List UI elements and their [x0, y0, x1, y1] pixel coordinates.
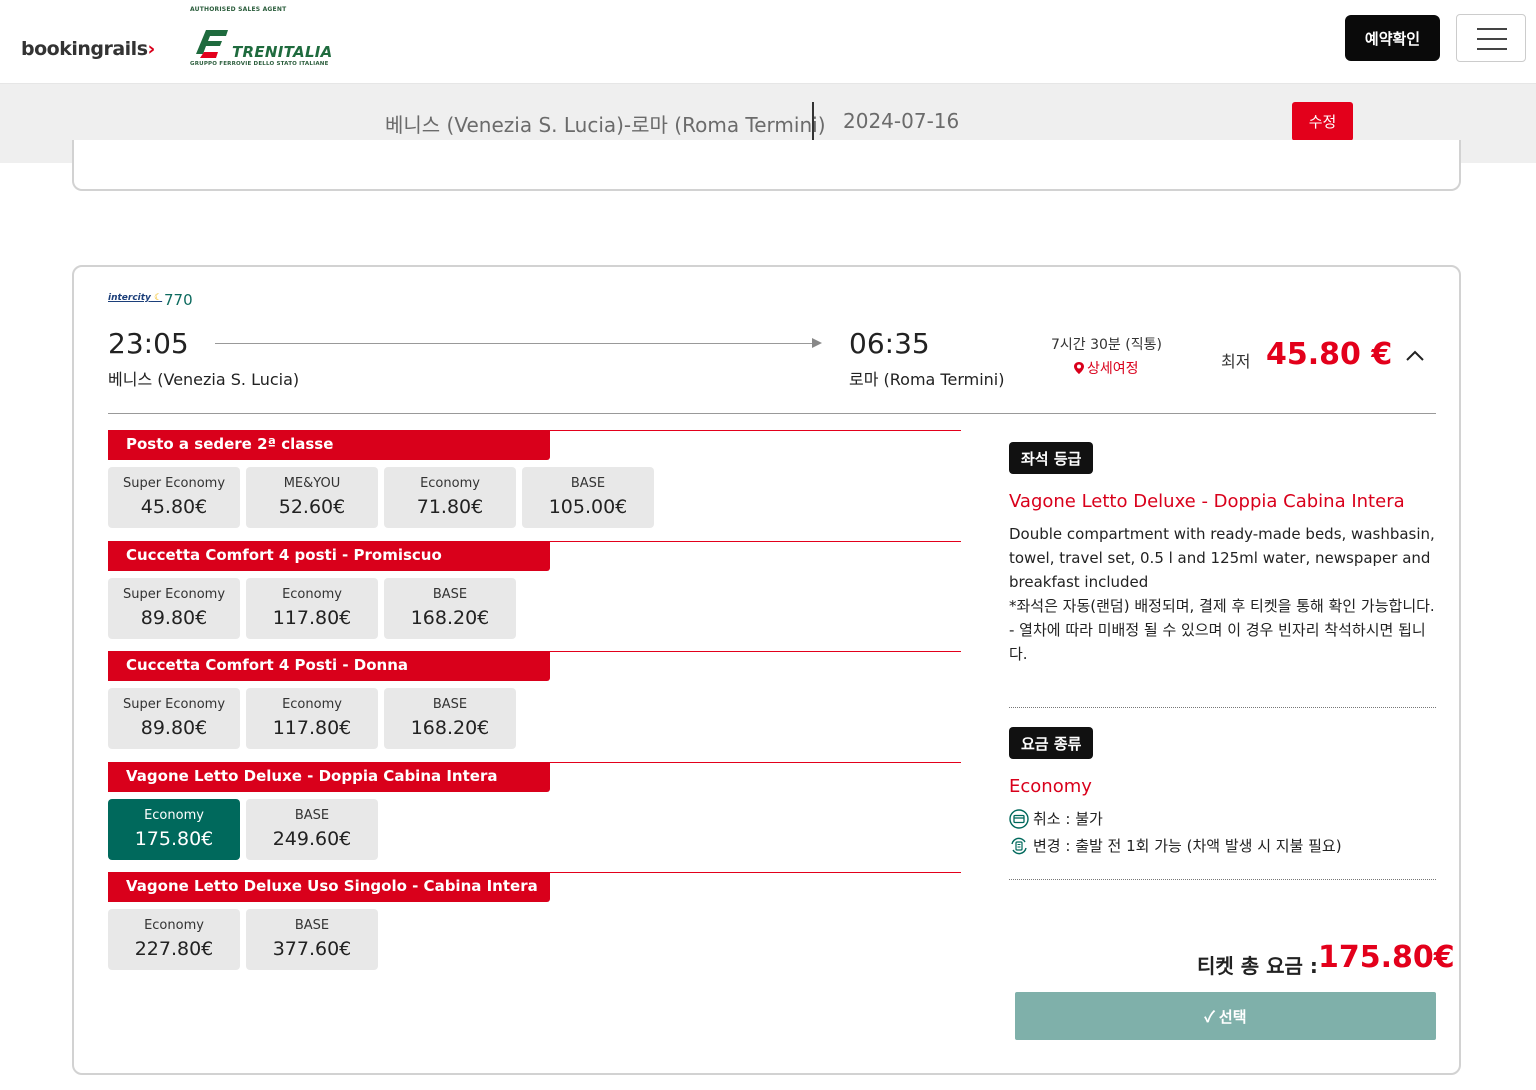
total-fare-price: 175.80€ [1318, 940, 1455, 975]
lowest-price-label: 최저 [1221, 352, 1251, 371]
moon-icon: ☾ [150, 293, 163, 303]
fs-logo-icon [196, 30, 228, 58]
search-divider [812, 102, 814, 140]
arrival-station: 로마 (Roma Termini) [849, 370, 1005, 389]
edit-search-button[interactable]: 수정 [1292, 102, 1353, 141]
fare-option[interactable]: Economy 227.80€ [108, 909, 240, 970]
fare-type-title: Economy [1009, 776, 1092, 797]
intercity-logo: intercity ☾ [108, 293, 163, 303]
card-cancel-icon [1009, 809, 1029, 829]
fare-row: Economy 227.80€ BASE 377.60€ [108, 909, 961, 971]
journey-line [215, 343, 819, 344]
seat-class-description: Double compartment with ready-made beds,… [1009, 525, 1435, 663]
cancel-policy: 취소 : 불가 [1009, 808, 1103, 829]
seat-class-badge: 좌석 등급 [1009, 442, 1094, 474]
fare-row: Economy 175.80€ BASE 249.60€ [108, 799, 961, 861]
class-title: Vagone Letto Deluxe Uso Singolo - Cabina… [108, 872, 550, 902]
class-title: Vagone Letto Deluxe - Doppia Cabina Inte… [108, 762, 550, 792]
total-fare-label: 티켓 총 요금 : [1197, 954, 1318, 978]
bookingrails-logo[interactable]: bookingrails› [21, 38, 155, 60]
departure-time: 23:05 [108, 327, 189, 360]
fare-option[interactable]: Economy 117.80€ [246, 688, 378, 749]
change-icon [1011, 837, 1027, 855]
class-title: Cuccetta Comfort 4 Posti - Donna [108, 651, 550, 681]
partner-name: TRENITALIA [232, 43, 333, 61]
fare-row: Super Economy 45.80€ ME&YOU 52.60€ Economy… [108, 467, 961, 529]
fare-option[interactable]: Economy 117.80€ [246, 578, 378, 639]
fare-option[interactable]: Super Economy 89.80€ [108, 578, 240, 639]
fare-option[interactable]: BASE 105.00€ [522, 467, 654, 528]
fare-option[interactable]: BASE 249.60€ [246, 799, 378, 860]
fare-type-badge: 요금 종류 [1009, 727, 1094, 759]
select-button[interactable]: ✓ 선택 [1015, 992, 1436, 1040]
reservation-confirm-button[interactable]: 예약확인 [1345, 15, 1440, 61]
partner-subtitle: GRUPPO FERROVIE DELLO STATO ITALIANE [190, 61, 329, 67]
fare-row: Super Economy 89.80€ Economy 117.80€ BASE 1… [108, 688, 961, 750]
class-title: Posto a sedere 2ª classe [108, 430, 550, 460]
chevron-up-icon[interactable] [1406, 347, 1424, 365]
card-divider [108, 413, 1436, 414]
journey-duration: 7시간 30분 (직통) [1051, 337, 1162, 353]
class-section: Cuccetta Comfort 4 posti - Promiscuo Sup… [108, 541, 961, 640]
departure-station: 베니스 (Venezia S. Lucia) [108, 370, 300, 389]
fare-row: Super Economy 89.80€ Economy 117.80€ BASE 1… [108, 578, 961, 640]
site-header: bookingrails› AUTHORISED SALES AGENT TRE… [0, 0, 1536, 84]
lowest-price: 45.80 € [1266, 337, 1393, 372]
fare-option[interactable]: BASE 168.20€ [384, 688, 516, 749]
fare-option[interactable]: BASE 168.20€ [384, 578, 516, 639]
brand-mark-icon: › [147, 38, 156, 60]
change-policy: 변경 : 출발 전 1회 가능 (차액 발생 시 지불 필요) [1009, 835, 1342, 856]
class-section: Cuccetta Comfort 4 Posti - Donna Super E… [108, 651, 961, 750]
panel-divider [1009, 879, 1436, 880]
fare-option[interactable]: Economy 71.80€ [384, 467, 516, 528]
arrival-time: 06:35 [849, 327, 930, 360]
hamburger-menu-button[interactable] [1456, 14, 1526, 62]
train-number: 770 [164, 291, 193, 309]
arrow-right-icon [812, 338, 822, 348]
trenitalia-logo: TRENITALIA GRUPPO FERROVIE DELLO STATO I… [190, 24, 333, 70]
fare-option[interactable]: Super Economy 89.80€ [108, 688, 240, 749]
class-title: Cuccetta Comfort 4 posti - Promiscuo [108, 541, 550, 571]
brand-name: bookingrails [21, 38, 148, 60]
class-section: Vagone Letto Deluxe - Doppia Cabina Inte… [108, 762, 961, 861]
previous-train-card [72, 140, 1461, 191]
detail-itinerary-link[interactable]: 상세여정 [1074, 358, 1139, 378]
search-date: 2024-07-16 [843, 109, 960, 133]
fare-option-selected[interactable]: Economy 175.80€ [108, 799, 240, 860]
search-route: 베니스 (Venezia S. Lucia)-로마 (Roma Termini) [385, 113, 826, 137]
class-section: Posto a sedere 2ª classe Super Economy 45… [108, 430, 961, 529]
train-card: intercity ☾ 770 23:05 베니스 (Venezia S. Lu… [72, 265, 1461, 1075]
class-section: Vagone Letto Deluxe Uso Singolo - Cabina… [108, 872, 961, 971]
hamburger-icon [1477, 28, 1507, 30]
fare-option[interactable]: Super Economy 45.80€ [108, 467, 240, 528]
seat-class-title: Vagone Letto Deluxe - Doppia Cabina Inte… [1009, 491, 1405, 512]
fare-option[interactable]: BASE 377.60€ [246, 909, 378, 970]
panel-divider [1009, 707, 1436, 708]
authorised-label: AUTHORISED SALES AGENT [190, 6, 287, 13]
fare-option[interactable]: ME&YOU 52.60€ [246, 467, 378, 528]
map-pin-icon [1074, 362, 1084, 374]
